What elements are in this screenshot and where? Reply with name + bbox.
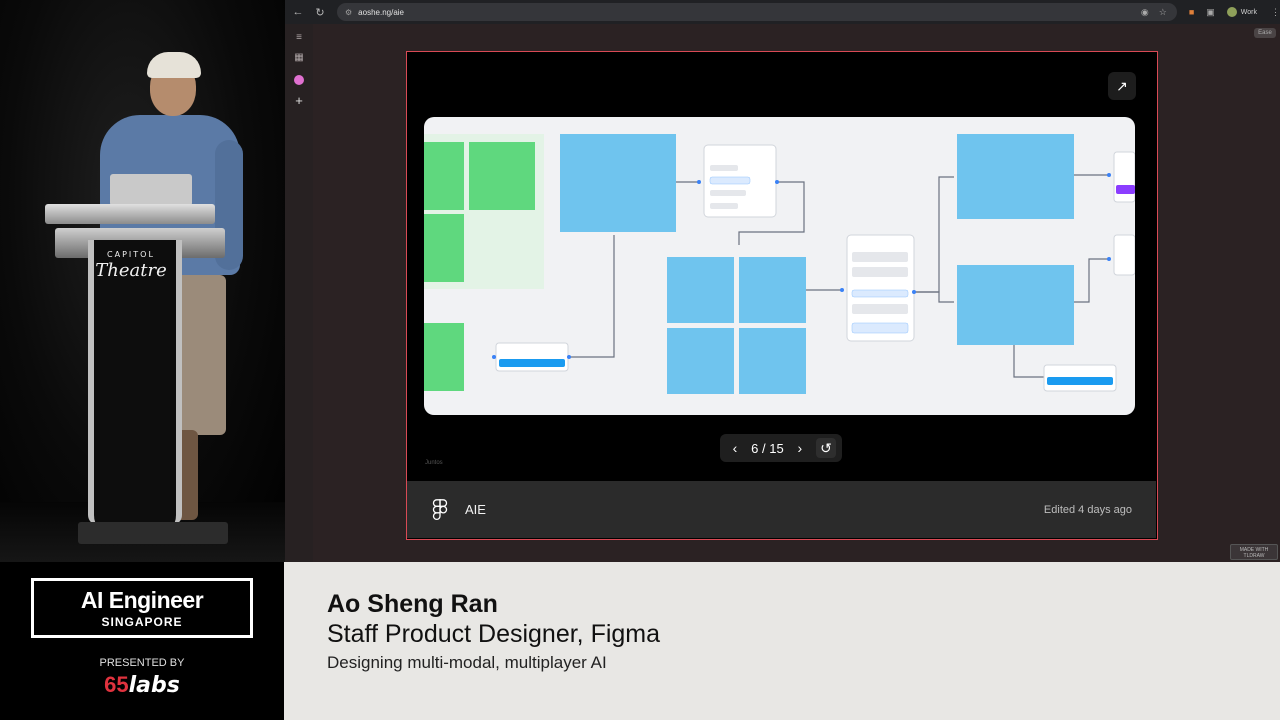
grid-icon[interactable]: ▦ xyxy=(292,50,306,64)
podium-logo-line2: Theatre xyxy=(95,260,167,281)
file-name[interactable]: AIE xyxy=(465,502,1044,517)
figma-logo-icon[interactable] xyxy=(431,498,449,521)
podium-logo-line1: CAPITOL xyxy=(107,250,155,259)
podium-base xyxy=(78,522,228,544)
back-icon[interactable]: ← xyxy=(289,3,307,21)
eye-off-icon[interactable]: ◉ xyxy=(1141,7,1149,18)
avatar xyxy=(1226,7,1237,17)
browser-window: ← ↻ ⚙ aoshe.ng/aie ◉ ☆ ■ ▣ Work ⋮ ≡ ▦ + … xyxy=(285,0,1280,562)
profile-button[interactable]: Work xyxy=(1226,7,1258,17)
address-bar[interactable]: ⚙ aoshe.ng/aie ◉ ☆ xyxy=(337,3,1177,21)
speaker-video: CAPITOL Theatre xyxy=(0,0,285,562)
profile-label: Work xyxy=(1240,8,1258,16)
stream-frame: CAPITOL Theatre ← ↻ ⚙ aoshe.ng/aie ◉ ☆ ■… xyxy=(0,0,1280,720)
speaker-role: Staff Product Designer, Figma xyxy=(327,620,661,648)
restart-icon[interactable]: ↺ xyxy=(816,438,836,458)
embed-footer: AIE Edited 4 days ago xyxy=(407,481,1156,538)
bookmark-star-icon[interactable]: ☆ xyxy=(1159,7,1167,18)
event-location: SINGAPORE xyxy=(101,615,183,629)
viewer-caption: Juntos xyxy=(425,460,443,466)
extension-icon[interactable]: ■ xyxy=(1189,7,1194,17)
browser-toolbar: ← ↻ ⚙ aoshe.ng/aie ◉ ☆ ■ ▣ Work ⋮ xyxy=(285,0,1280,24)
sponsor-number: 65 xyxy=(104,672,129,697)
left-tool-rail: ≡ ▦ + xyxy=(285,24,313,562)
previous-slide-icon[interactable]: ‹ xyxy=(726,440,744,456)
podium xyxy=(88,240,182,525)
slide-counter: 6 / 15 xyxy=(751,440,784,456)
figma-embed-card: ↗ ‹ 6 / 15 › ↺ Juntos AIE Edited 4 days … xyxy=(406,51,1158,540)
lower-third: Ao Sheng Ran Staff Product Designer, Fig… xyxy=(284,562,1280,720)
add-icon[interactable]: + xyxy=(292,93,306,108)
podium-logo: CAPITOL Theatre xyxy=(92,250,170,281)
speaker-cap xyxy=(147,52,201,78)
event-title: AI Engineer xyxy=(80,587,204,613)
speaker-name: Ao Sheng Ran xyxy=(327,590,498,618)
podium-top xyxy=(45,204,215,224)
slide-viewer: ↗ ‹ 6 / 15 › ↺ Juntos xyxy=(407,52,1156,481)
event-branding: AI Engineer SINGAPORE PRESENTED BY 65lab… xyxy=(0,562,284,720)
reload-icon[interactable]: ↻ xyxy=(311,3,329,21)
menu-kebab-icon[interactable]: ⋮ xyxy=(1271,7,1280,18)
collapse-sidebar-icon[interactable]: ≡ xyxy=(292,30,306,44)
talk-title: Designing multi-modal, multiplayer AI xyxy=(327,653,607,672)
flow-diagram xyxy=(424,134,1135,394)
extensions-puzzle-icon[interactable]: ▣ xyxy=(1206,7,1215,18)
edited-timestamp: Edited 4 days ago xyxy=(1043,503,1132,516)
presented-by-label: PRESENTED BY xyxy=(99,657,185,669)
sponsor-word: labs xyxy=(128,673,180,698)
laptop xyxy=(110,174,192,206)
slide-pager: ‹ 6 / 15 › ↺ xyxy=(720,434,842,462)
expand-icon[interactable]: ↗ xyxy=(1108,72,1136,100)
color-dot-icon[interactable] xyxy=(292,73,306,87)
url-text: aoshe.ng/aie xyxy=(358,7,404,17)
sponsor-logo: 65labs xyxy=(0,672,284,698)
slide-canvas xyxy=(424,117,1135,415)
corner-chip[interactable]: Ease xyxy=(1254,28,1276,38)
event-logo: AI Engineer SINGAPORE xyxy=(31,578,253,638)
next-slide-icon[interactable]: › xyxy=(791,440,809,456)
site-info-icon[interactable]: ⚙ xyxy=(345,8,352,17)
made-with-badge[interactable]: MADE WITH TLDRAW xyxy=(1230,544,1278,560)
